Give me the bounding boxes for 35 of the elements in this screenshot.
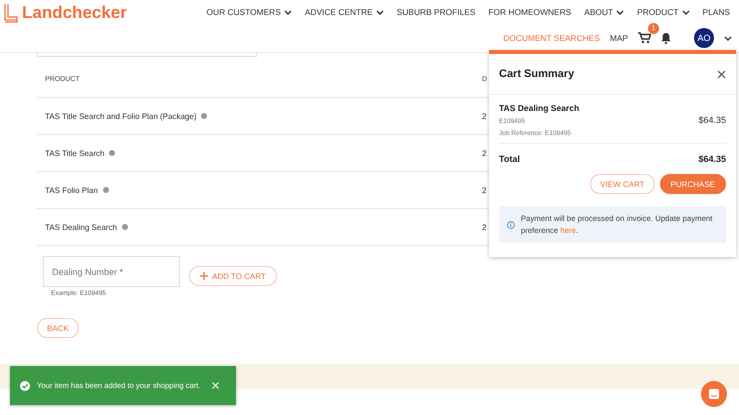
info-icon <box>507 220 515 230</box>
product-name: TAS Title Search <box>45 148 104 158</box>
info-icon[interactable] <box>201 113 208 120</box>
check-circle-icon <box>20 380 30 390</box>
user-avatar[interactable]: AO <box>694 28 714 48</box>
nav-link[interactable]: PRODUCT <box>637 7 690 17</box>
chevron-down-icon <box>682 10 690 14</box>
product-name: TAS Folio Plan <box>45 186 98 194</box>
nav-link[interactable]: PLANS <box>702 7 730 17</box>
total-label: Total <box>499 154 520 164</box>
chevron-down-icon <box>284 10 292 14</box>
info-icon[interactable] <box>122 224 128 230</box>
info-icon[interactable] <box>102 187 109 194</box>
chevron-down-icon <box>376 10 384 14</box>
product-name: TAS Title Search and Folio Plan (Package) <box>45 112 196 120</box>
nav-link[interactable]: ADVICE CENTRE <box>304 7 384 17</box>
nav-link[interactable]: SUBURB PROFILES <box>396 7 476 17</box>
nav-link[interactable]: OUR CUSTOMERS <box>206 7 292 17</box>
plus-icon <box>200 272 208 280</box>
chat-icon <box>708 388 720 400</box>
bell-icon[interactable] <box>661 32 671 44</box>
nav-link[interactable]: ABOUT <box>584 7 624 17</box>
chat-button[interactable] <box>701 381 727 407</box>
total-price: $64.35 <box>698 154 726 164</box>
nav-link[interactable]: MAP <box>610 33 628 43</box>
cart-item-price: $64.35 <box>698 115 726 125</box>
chevron-down-icon[interactable] <box>724 36 732 40</box>
logo-icon <box>4 3 18 23</box>
product-name: TAS Dealing Search <box>45 222 117 232</box>
dealing-number-field[interactable]: Dealing Number * <box>43 256 180 287</box>
close-icon[interactable] <box>717 70 726 78</box>
cart-icon[interactable] <box>638 32 651 44</box>
info-icon[interactable] <box>109 150 116 156</box>
nav-link[interactable]: FOR HOMEOWNERS <box>488 7 572 17</box>
chevron-down-icon <box>616 10 624 14</box>
